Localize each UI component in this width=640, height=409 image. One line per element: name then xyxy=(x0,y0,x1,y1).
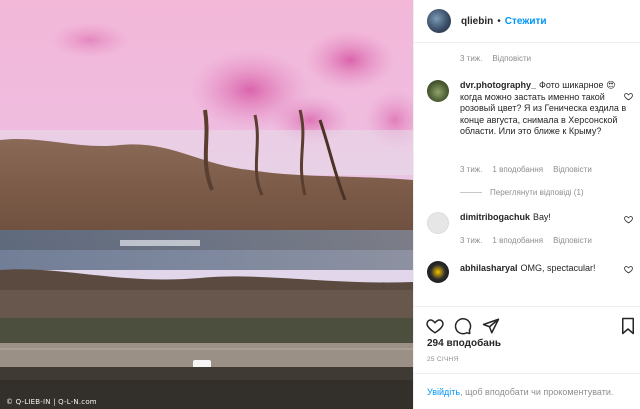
view-replies-button[interactable]: Переглянути відповіді (1) xyxy=(460,188,584,197)
like-heart-icon[interactable] xyxy=(624,265,633,274)
like-heart-icon[interactable] xyxy=(624,92,633,101)
comment-item: dimitribogachuk Вау! xyxy=(427,212,637,234)
comment-body: dvr.photography_ Фото шикарное 😍 когда мо… xyxy=(460,80,637,138)
likes-count[interactable]: 294 вподобань xyxy=(427,338,501,349)
commenter-avatar[interactable] xyxy=(427,212,449,234)
comment-body: abhilasharyal OMG, spectacular! xyxy=(460,261,637,275)
caption-time[interactable]: 3 тиж. xyxy=(460,54,482,63)
comment-likes[interactable]: 1 вподобання xyxy=(492,165,543,174)
bookmark-icon[interactable] xyxy=(619,317,637,335)
header-separator: • xyxy=(497,15,501,27)
comment-item: dvr.photography_ Фото шикарное 😍 когда мо… xyxy=(427,80,637,138)
like-heart-icon[interactable] xyxy=(624,215,633,224)
replies-divider-line xyxy=(460,192,482,193)
heart-icon[interactable] xyxy=(426,317,444,335)
comment-time[interactable]: 3 тиж. xyxy=(460,165,482,174)
commenter-avatar[interactable] xyxy=(427,261,449,283)
comment-reply-button[interactable]: Відповісти xyxy=(553,165,592,174)
comment-likes[interactable]: 1 вподобання xyxy=(492,236,543,245)
follow-button[interactable]: Стежити xyxy=(505,16,547,27)
author-username[interactable]: qliebin xyxy=(461,16,493,27)
login-prompt: Увійдіть, щоб вподобати чи прокоментуват… xyxy=(414,373,640,409)
aerial-lake-image xyxy=(0,0,413,409)
comment-meta: 3 тиж. 1 вподобання Відповісти xyxy=(460,236,592,245)
comment-text: Вау! xyxy=(533,212,551,222)
comment-body: dimitribogachuk Вау! xyxy=(460,212,637,224)
comment-item: abhilasharyal OMG, spectacular! xyxy=(427,261,637,283)
comment-bubble-icon[interactable] xyxy=(454,317,472,335)
photo-watermark: © Q-LIEB-IN | Q-L-N.com xyxy=(6,398,97,406)
commenter-username[interactable]: dimitribogachuk xyxy=(460,212,530,222)
commenter-avatar[interactable] xyxy=(427,80,449,102)
commenter-username[interactable]: abhilasharyal xyxy=(460,263,518,273)
share-paper-plane-icon[interactable] xyxy=(482,317,500,335)
caption-meta: 3 тиж. Відповісти xyxy=(460,54,531,63)
login-prompt-text: , щоб вподобати чи прокоментувати. xyxy=(460,387,614,397)
post-date[interactable]: 25 січня xyxy=(427,356,459,363)
caption-reply-button[interactable]: Відповісти xyxy=(492,54,531,63)
author-avatar[interactable] xyxy=(427,9,451,33)
comment-time[interactable]: 3 тиж. xyxy=(460,236,482,245)
view-replies-label: Переглянути відповіді (1) xyxy=(490,188,584,197)
post-photo[interactable]: © Q-LIEB-IN | Q-L-N.com xyxy=(0,0,413,409)
post-side-panel: qliebin • Стежити 3 тиж. Відповісти dvr.… xyxy=(413,0,640,409)
commenter-username[interactable]: dvr.photography_ xyxy=(460,80,536,90)
comment-meta: 3 тиж. 1 вподобання Відповісти xyxy=(460,165,592,174)
login-link[interactable]: Увійдіть xyxy=(427,387,460,397)
post-header: qliebin • Стежити xyxy=(414,0,640,43)
comment-reply-button[interactable]: Відповісти xyxy=(553,236,592,245)
comment-text: OMG, spectacular! xyxy=(520,263,596,273)
